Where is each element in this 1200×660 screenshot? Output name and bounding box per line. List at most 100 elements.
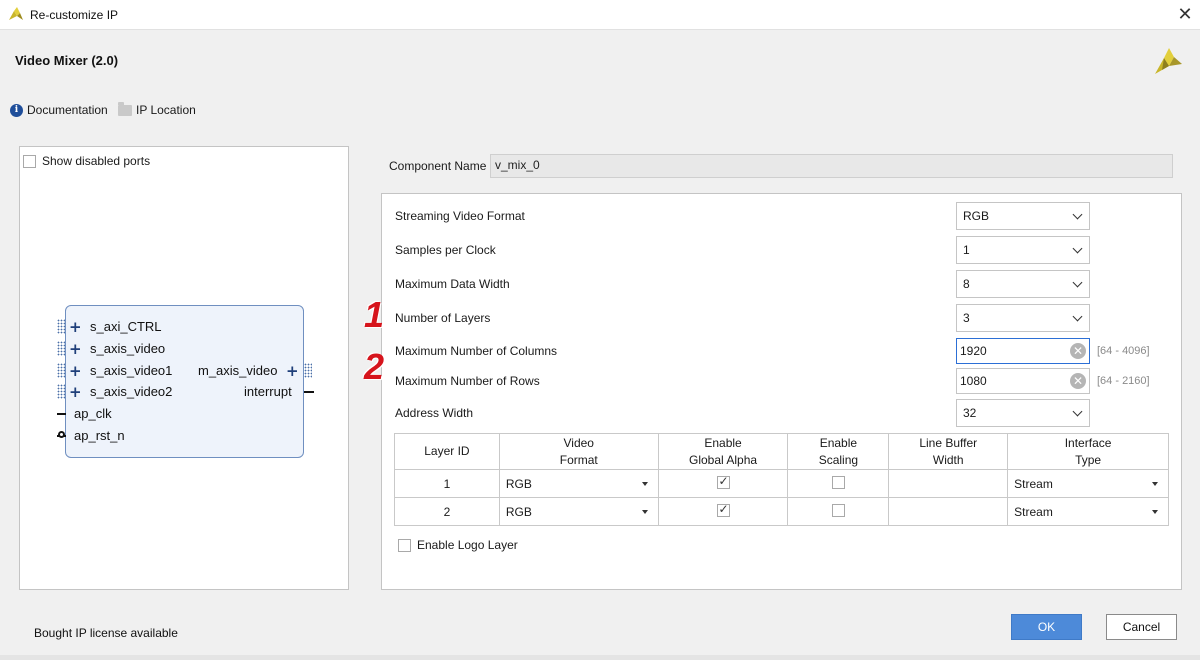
dropdown-arrow-icon — [1152, 510, 1158, 514]
port-label: s_axis_video2 — [90, 384, 173, 399]
interface-type-select[interactable]: Stream — [1007, 497, 1169, 526]
streaming-format-label: Streaming Video Format — [395, 209, 525, 223]
component-name-field[interactable]: v_mix_0 — [490, 154, 1173, 178]
interface-type-select[interactable]: Stream — [1007, 469, 1169, 498]
bus-pin-icon — [304, 363, 312, 378]
ip-location-link[interactable]: IP Location — [118, 101, 196, 117]
layer-id-cell: 1 — [394, 469, 500, 498]
bus-pin-icon — [57, 341, 65, 356]
line-buffer-cell[interactable] — [888, 497, 1009, 526]
scaling-checkbox[interactable] — [831, 475, 845, 489]
dropdown-arrow-icon — [641, 510, 648, 514]
layer-table: Layer ID Video Format Enable Global Alpha … — [394, 433, 1169, 526]
col-header-global-alpha: Enable Global Alpha — [657, 433, 789, 470]
select-value: 3 — [963, 311, 970, 325]
annotation-marker-1: 1 — [364, 294, 385, 335]
bus-pin-icon — [57, 319, 65, 334]
title-bar — [0, 0, 1200, 30]
select-value: 1 — [963, 243, 970, 257]
documentation-link[interactable]: i Documentation — [10, 103, 108, 117]
address-width-label: Address Width — [395, 406, 474, 420]
port-label: m_axis_video — [198, 363, 278, 378]
ok-button[interactable]: OK — [1011, 614, 1082, 640]
inverted-pin-icon — [58, 431, 65, 438]
expand-plus-icon[interactable]: + — [69, 320, 82, 335]
close-button[interactable]: ✕ — [1172, 2, 1198, 28]
clear-icon[interactable]: ✕ — [1070, 373, 1086, 389]
table-header-row: Layer ID Video Format Enable Global Alpha … — [394, 433, 1169, 470]
show-disabled-ports-checkbox[interactable]: Show disabled ports — [23, 154, 150, 168]
chevron-down-icon — [1072, 311, 1083, 322]
num-layers-label: Number of Layers — [395, 311, 491, 325]
expand-plus-icon[interactable]: + — [69, 342, 82, 357]
expand-plus-icon[interactable]: + — [69, 385, 82, 400]
max-columns-field[interactable]: 1920 ✕ — [956, 338, 1090, 364]
global-alpha-cell — [657, 497, 789, 526]
max-rows-field[interactable]: 1080 ✕ — [956, 368, 1090, 394]
global-alpha-checkbox[interactable] — [716, 474, 730, 489]
port-label: interrupt — [244, 384, 292, 399]
dropdown-arrow-icon — [641, 482, 648, 486]
enable-logo-layer-checkbox[interactable]: Enable Logo Layer — [398, 538, 518, 552]
brand-logo-icon — [1155, 48, 1182, 74]
scaling-cell — [787, 497, 890, 526]
pin-line — [304, 391, 314, 393]
chevron-down-icon — [1072, 209, 1083, 220]
bottom-edge — [0, 655, 1200, 660]
annotation-marker-2: 2 — [364, 346, 385, 387]
max-data-width-label: Maximum Data Width — [395, 277, 510, 291]
global-alpha-cell — [657, 469, 789, 498]
table-row: 1 RGB Stream — [394, 469, 1169, 498]
port-label: ap_clk — [74, 406, 112, 421]
max-rows-label: Maximum Number of Rows — [395, 374, 540, 388]
checkbox-icon — [398, 538, 411, 552]
max-columns-label: Maximum Number of Columns — [395, 344, 558, 358]
show-disabled-ports-label: Show disabled ports — [42, 154, 151, 168]
app-logo-icon — [9, 7, 23, 20]
global-alpha-checkbox[interactable] — [716, 502, 730, 517]
info-icon: i — [10, 103, 23, 117]
cancel-button[interactable]: Cancel — [1106, 614, 1177, 640]
port-label: s_axis_video — [90, 341, 166, 356]
col-header-video-format: Video Format — [498, 433, 659, 470]
documentation-label: Documentation — [27, 103, 108, 117]
port-label: ap_rst_n — [74, 428, 125, 443]
select-value: 8 — [963, 277, 970, 291]
video-format-select[interactable]: RGB — [498, 469, 659, 498]
max-rows-range: [64 - 2160] — [1097, 375, 1150, 387]
samples-per-clock-label: Samples per Clock — [395, 243, 496, 257]
field-value: 1920 — [960, 344, 987, 358]
line-buffer-cell[interactable] — [888, 469, 1009, 498]
chevron-down-icon — [1072, 243, 1083, 254]
clear-icon[interactable]: ✕ — [1070, 343, 1086, 359]
select-value: 32 — [963, 406, 977, 420]
chevron-down-icon — [1072, 406, 1083, 417]
bus-pin-icon — [57, 384, 65, 399]
dropdown-arrow-icon — [1152, 482, 1158, 486]
select-value: RGB — [963, 209, 990, 223]
scaling-cell — [787, 469, 890, 498]
folder-icon — [118, 101, 132, 116]
pin-line — [57, 413, 66, 415]
col-header-interface-type: Interface Type — [1007, 433, 1169, 470]
ip-title: Video Mixer (2.0) — [15, 53, 119, 68]
expand-plus-icon[interactable]: + — [69, 364, 82, 379]
expand-plus-icon[interactable]: + — [286, 364, 299, 379]
layer-id-cell: 2 — [394, 497, 500, 526]
ip-location-label: IP Location — [136, 103, 196, 117]
address-width-select[interactable]: 32 — [956, 399, 1090, 427]
samples-per-clock-select[interactable]: 1 — [956, 236, 1090, 264]
port-label: s_axis_video1 — [90, 363, 173, 378]
scaling-checkbox[interactable] — [831, 503, 845, 517]
table-row: 2 RGB Stream — [394, 497, 1169, 526]
bus-pin-icon — [57, 363, 65, 378]
streaming-format-select[interactable]: RGB — [956, 202, 1090, 230]
max-data-width-select[interactable]: 8 — [956, 270, 1090, 298]
field-value: 1080 — [960, 374, 987, 388]
chevron-down-icon — [1072, 277, 1083, 288]
col-header-line-buffer: Line Buffer Width — [888, 433, 1009, 470]
enable-logo-layer-label: Enable Logo Layer — [417, 538, 518, 552]
col-header-scaling: Enable Scaling — [787, 433, 890, 470]
num-layers-select[interactable]: 3 — [956, 304, 1090, 332]
video-format-select[interactable]: RGB — [498, 497, 659, 526]
